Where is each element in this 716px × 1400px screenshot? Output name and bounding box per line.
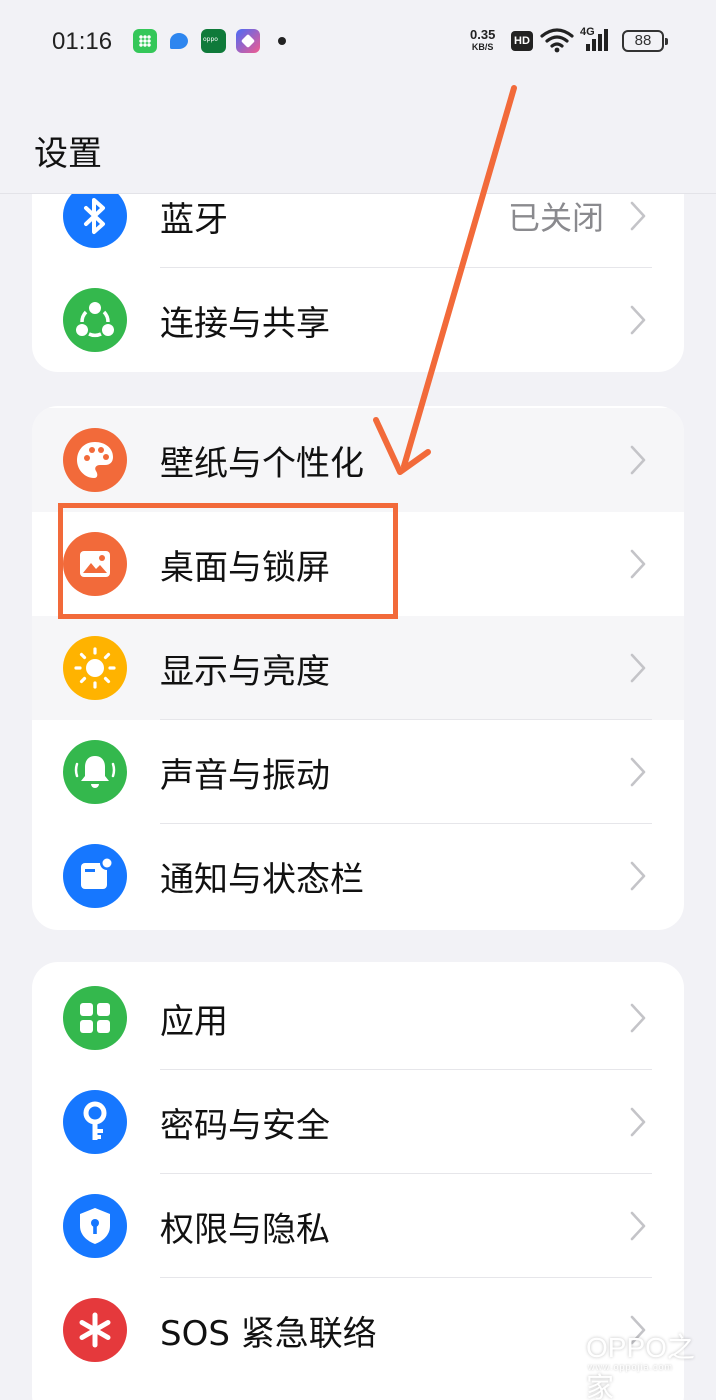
apps-grid-icon bbox=[63, 986, 127, 1050]
settings-item-display-brightness[interactable]: 显示与亮度 bbox=[32, 616, 684, 720]
settings-item-label: 权限与隐私 bbox=[160, 1210, 330, 1250]
sos-asterisk-icon bbox=[63, 1298, 127, 1362]
settings-item-label: SOS 紧急联络 bbox=[160, 1314, 377, 1354]
shield-icon bbox=[63, 1194, 127, 1258]
settings-item-permissions-privacy[interactable]: 权限与隐私 bbox=[32, 1174, 684, 1278]
settings-item-label: 应用 bbox=[160, 1002, 228, 1042]
settings-item-apps[interactable]: 应用 bbox=[32, 966, 684, 1070]
notification-icon bbox=[63, 844, 127, 908]
settings-item-label: 声音与振动 bbox=[160, 756, 330, 796]
settings-item-password-security[interactable]: 密码与安全 bbox=[32, 1070, 684, 1174]
chevron-right-icon bbox=[630, 653, 646, 683]
settings-item-notifications[interactable]: 通知与状态栏 bbox=[32, 824, 684, 928]
chevron-right-icon bbox=[630, 549, 646, 579]
chevron-right-icon bbox=[630, 1003, 646, 1033]
chevron-right-icon bbox=[630, 757, 646, 787]
chevron-right-icon bbox=[630, 1107, 646, 1137]
watermark: OPPO之家 www.oppojia.com bbox=[534, 1316, 716, 1400]
bell-icon bbox=[63, 740, 127, 804]
watermark-url: www.oppojia.com bbox=[588, 1362, 674, 1372]
highlight-box bbox=[58, 503, 398, 619]
settings-item-sound-vibration[interactable]: 声音与振动 bbox=[32, 720, 684, 824]
annotation-arrow-icon bbox=[373, 85, 517, 475]
key-icon bbox=[63, 1090, 127, 1154]
sun-icon bbox=[63, 636, 127, 700]
oppo-house-logo-icon bbox=[540, 1326, 576, 1374]
settings-item-label: 通知与状态栏 bbox=[160, 860, 364, 900]
chevron-right-icon bbox=[630, 861, 646, 891]
chevron-right-icon bbox=[630, 1211, 646, 1241]
settings-item-label: 显示与亮度 bbox=[160, 652, 330, 692]
settings-item-label: 密码与安全 bbox=[160, 1106, 330, 1146]
